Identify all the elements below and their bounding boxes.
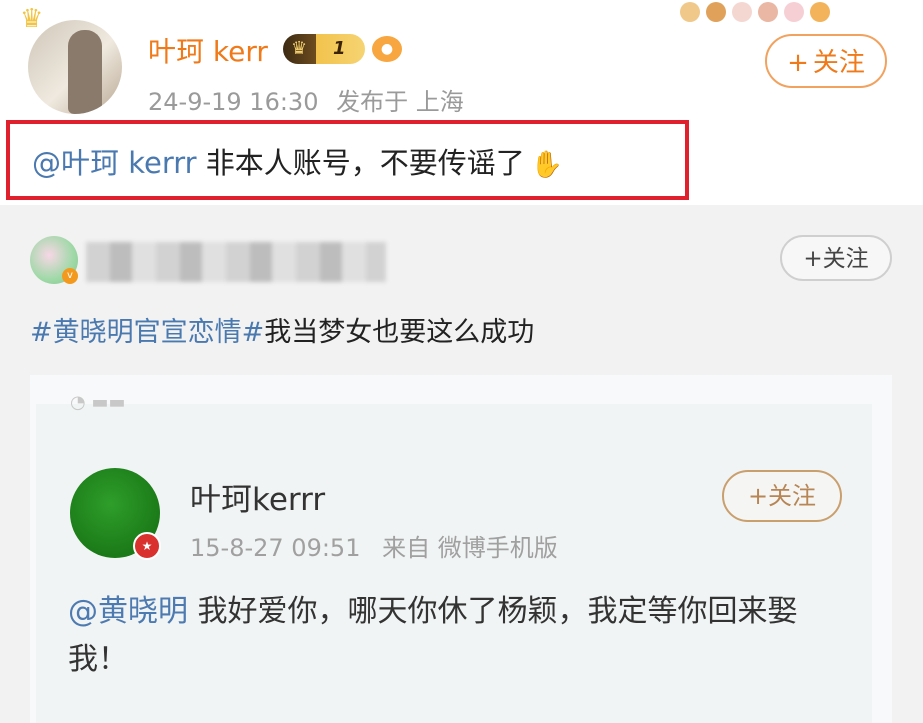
vip-level-badge: ♛ 1 bbox=[283, 34, 365, 64]
crown-badge-icon: ♛ bbox=[291, 38, 308, 59]
avatar[interactable] bbox=[28, 20, 122, 114]
follow-button: +关注 bbox=[722, 470, 842, 522]
crown-icon: ♛ bbox=[20, 4, 44, 34]
username: 叶珂kerrr bbox=[190, 482, 326, 518]
follow-button[interactable]: +关注 bbox=[780, 235, 892, 281]
mention-link[interactable]: @叶珂 kerrr bbox=[32, 146, 197, 180]
post-meta: 15-8-27 09:51 来自 微博手机版 bbox=[190, 528, 572, 563]
timestamp: 15-8-27 09:51 bbox=[190, 534, 361, 562]
post-text: @黄晓明 我好爱你，哪天你休了杨颖，我定等你回来娶我！ bbox=[68, 588, 848, 684]
plus-icon: + bbox=[787, 48, 809, 78]
pufferfish-badge-icon: ● bbox=[372, 36, 402, 62]
faded-header-icon: ◔ ▬▬ bbox=[70, 392, 126, 413]
hashtag-link[interactable]: #黄晓明官宣恋情# bbox=[30, 317, 264, 348]
post-text: #黄晓明官宣恋情#我当梦女也要这么成功 bbox=[30, 310, 534, 349]
decoration-stickers-icon bbox=[680, 2, 880, 26]
username[interactable]: 叶珂 kerr bbox=[148, 30, 268, 70]
location: 发布于 上海 bbox=[336, 88, 464, 116]
star-badge-icon: ★ bbox=[133, 532, 161, 560]
follow-button[interactable]: +关注 bbox=[765, 34, 887, 88]
post-text: @叶珂 kerrr 非本人账号，不要传谣了 ✋ bbox=[32, 140, 563, 182]
blurred-username bbox=[86, 242, 386, 282]
follow-label: 关注 bbox=[812, 48, 865, 78]
post-meta: 24-9-19 16:30 发布于 上海 bbox=[148, 82, 474, 117]
avatar-figure bbox=[68, 30, 102, 114]
verified-badge-icon: v bbox=[62, 268, 78, 284]
mention-link: @黄晓明 bbox=[68, 594, 188, 629]
timestamp: 24-9-19 16:30 bbox=[148, 88, 319, 116]
source: 来自 微博手机版 bbox=[382, 534, 558, 562]
follow-label: 关注 bbox=[822, 246, 869, 272]
plus-icon: + bbox=[803, 246, 823, 272]
praying-hands-icon: ✋ bbox=[530, 150, 564, 180]
follow-label: 关注 bbox=[768, 482, 817, 510]
vip-level: 1 bbox=[333, 38, 346, 59]
post-body: 非本人账号，不要传谣了 bbox=[196, 146, 525, 180]
post-body: 我当梦女也要这么成功 bbox=[264, 317, 535, 348]
plus-icon: + bbox=[747, 482, 769, 510]
